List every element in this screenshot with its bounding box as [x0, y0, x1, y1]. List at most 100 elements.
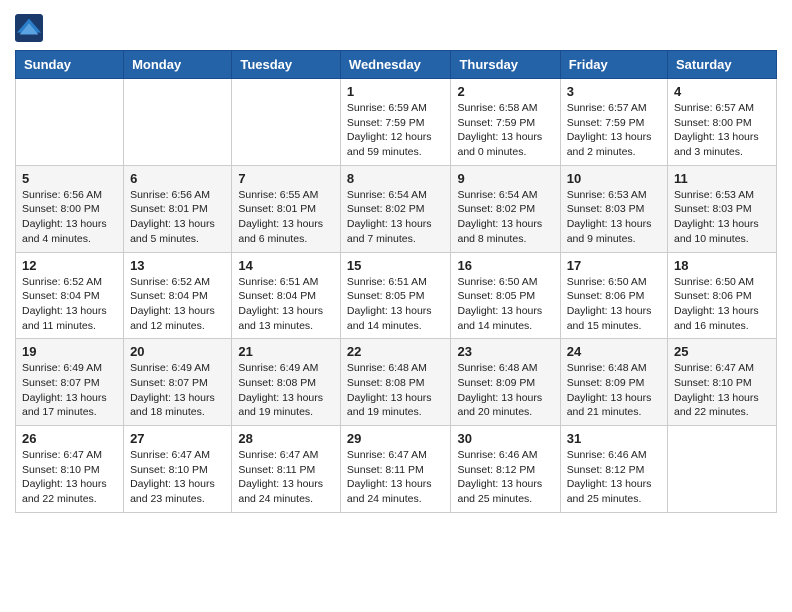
calendar-weekday-sunday: Sunday — [16, 51, 124, 79]
calendar-cell: 16 Sunrise: 6:50 AM Sunset: 8:05 PM Dayli… — [451, 252, 560, 339]
day-info: Sunrise: 6:47 AM Sunset: 8:11 PM Dayligh… — [238, 448, 334, 507]
day-number: 21 — [238, 344, 334, 359]
calendar-cell: 7 Sunrise: 6:55 AM Sunset: 8:01 PM Daylig… — [232, 165, 341, 252]
day-number: 2 — [457, 84, 553, 99]
day-info: Sunrise: 6:55 AM Sunset: 8:01 PM Dayligh… — [238, 188, 334, 247]
day-info: Sunrise: 6:48 AM Sunset: 8:08 PM Dayligh… — [347, 361, 445, 420]
calendar-cell: 27 Sunrise: 6:47 AM Sunset: 8:10 PM Dayli… — [124, 426, 232, 513]
day-number: 26 — [22, 431, 117, 446]
day-number: 25 — [674, 344, 770, 359]
day-number: 5 — [22, 171, 117, 186]
calendar-cell: 22 Sunrise: 6:48 AM Sunset: 8:08 PM Dayli… — [340, 339, 451, 426]
day-info: Sunrise: 6:49 AM Sunset: 8:08 PM Dayligh… — [238, 361, 334, 420]
calendar-cell: 2 Sunrise: 6:58 AM Sunset: 7:59 PM Daylig… — [451, 79, 560, 166]
day-info: Sunrise: 6:50 AM Sunset: 8:06 PM Dayligh… — [674, 275, 770, 334]
calendar-cell: 29Sunrise: 6:47 AM Sunset: 8:11 PM Dayli… — [340, 426, 451, 513]
day-number: 11 — [674, 171, 770, 186]
day-number: 23 — [457, 344, 553, 359]
logo-icon — [15, 14, 43, 42]
day-info: Sunrise: 6:57 AM Sunset: 8:00 PM Dayligh… — [674, 101, 770, 160]
day-number: 22 — [347, 344, 445, 359]
day-info: Sunrise: 6:50 AM Sunset: 8:06 PM Dayligh… — [567, 275, 661, 334]
calendar-week-row: 12 Sunrise: 6:52 AM Sunset: 8:04 PM Dayli… — [16, 252, 777, 339]
calendar-cell: 4 Sunrise: 6:57 AM Sunset: 8:00 PM Daylig… — [668, 79, 777, 166]
day-info: Sunrise: 6:54 AM Sunset: 8:02 PM Dayligh… — [457, 188, 553, 247]
calendar-cell: 14 Sunrise: 6:51 AM Sunset: 8:04 PM Dayli… — [232, 252, 341, 339]
calendar-cell: 3 Sunrise: 6:57 AM Sunset: 7:59 PM Daylig… — [560, 79, 667, 166]
day-number: 7 — [238, 171, 334, 186]
day-number: 15 — [347, 258, 445, 273]
calendar-cell: 26 Sunrise: 6:47 AM Sunset: 8:10 PM Dayli… — [16, 426, 124, 513]
calendar-cell: 1 Sunrise: 6:59 AM Sunset: 7:59 PM Daylig… — [340, 79, 451, 166]
day-info: Sunrise: 6:46 AM Sunset: 8:12 PM Dayligh… — [567, 448, 661, 507]
calendar-cell — [668, 426, 777, 513]
calendar-cell: 18 Sunrise: 6:50 AM Sunset: 8:06 PM Dayli… — [668, 252, 777, 339]
day-info: Sunrise: 6:50 AM Sunset: 8:05 PM Dayligh… — [457, 275, 553, 334]
day-number: 10 — [567, 171, 661, 186]
calendar-header-row: SundayMondayTuesdayWednesdayThursdayFrid… — [16, 51, 777, 79]
day-info: Sunrise: 6:52 AM Sunset: 8:04 PM Dayligh… — [22, 275, 117, 334]
calendar-weekday-thursday: Thursday — [451, 51, 560, 79]
day-info: Sunrise: 6:48 AM Sunset: 8:09 PM Dayligh… — [567, 361, 661, 420]
calendar-week-row: 19 Sunrise: 6:49 AM Sunset: 8:07 PM Dayli… — [16, 339, 777, 426]
day-number: 9 — [457, 171, 553, 186]
calendar-cell: 28 Sunrise: 6:47 AM Sunset: 8:11 PM Dayli… — [232, 426, 341, 513]
calendar-cell — [232, 79, 341, 166]
calendar-weekday-wednesday: Wednesday — [340, 51, 451, 79]
calendar-cell — [16, 79, 124, 166]
calendar-cell: 23 Sunrise: 6:48 AM Sunset: 8:09 PM Dayli… — [451, 339, 560, 426]
day-number: 18 — [674, 258, 770, 273]
page-header — [15, 10, 777, 42]
day-info: Sunrise: 6:57 AM Sunset: 7:59 PM Dayligh… — [567, 101, 661, 160]
calendar-cell — [124, 79, 232, 166]
day-info: Sunrise: 6:53 AM Sunset: 8:03 PM Dayligh… — [567, 188, 661, 247]
day-number: 4 — [674, 84, 770, 99]
calendar-cell: 15Sunrise: 6:51 AM Sunset: 8:05 PM Dayli… — [340, 252, 451, 339]
day-number: 17 — [567, 258, 661, 273]
day-number: 30 — [457, 431, 553, 446]
day-info: Sunrise: 6:56 AM Sunset: 8:01 PM Dayligh… — [130, 188, 225, 247]
day-info: Sunrise: 6:59 AM Sunset: 7:59 PM Dayligh… — [347, 101, 445, 160]
day-number: 19 — [22, 344, 117, 359]
day-number: 8 — [347, 171, 445, 186]
day-info: Sunrise: 6:52 AM Sunset: 8:04 PM Dayligh… — [130, 275, 225, 334]
day-number: 16 — [457, 258, 553, 273]
day-number: 27 — [130, 431, 225, 446]
calendar-cell: 21 Sunrise: 6:49 AM Sunset: 8:08 PM Dayli… — [232, 339, 341, 426]
day-number: 12 — [22, 258, 117, 273]
calendar-cell: 13 Sunrise: 6:52 AM Sunset: 8:04 PM Dayli… — [124, 252, 232, 339]
day-number: 13 — [130, 258, 225, 273]
day-number: 31 — [567, 431, 661, 446]
day-info: Sunrise: 6:47 AM Sunset: 8:10 PM Dayligh… — [674, 361, 770, 420]
calendar-cell: 24Sunrise: 6:48 AM Sunset: 8:09 PM Dayli… — [560, 339, 667, 426]
day-number: 3 — [567, 84, 661, 99]
day-info: Sunrise: 6:58 AM Sunset: 7:59 PM Dayligh… — [457, 101, 553, 160]
day-info: Sunrise: 6:56 AM Sunset: 8:00 PM Dayligh… — [22, 188, 117, 247]
day-info: Sunrise: 6:51 AM Sunset: 8:04 PM Dayligh… — [238, 275, 334, 334]
calendar-week-row: 5 Sunrise: 6:56 AM Sunset: 8:00 PM Daylig… — [16, 165, 777, 252]
calendar-weekday-monday: Monday — [124, 51, 232, 79]
calendar-cell: 19 Sunrise: 6:49 AM Sunset: 8:07 PM Dayli… — [16, 339, 124, 426]
calendar-cell: 31 Sunrise: 6:46 AM Sunset: 8:12 PM Dayli… — [560, 426, 667, 513]
day-info: Sunrise: 6:47 AM Sunset: 8:10 PM Dayligh… — [130, 448, 225, 507]
day-number: 1 — [347, 84, 445, 99]
day-info: Sunrise: 6:47 AM Sunset: 8:10 PM Dayligh… — [22, 448, 117, 507]
calendar-cell: 6 Sunrise: 6:56 AM Sunset: 8:01 PM Daylig… — [124, 165, 232, 252]
day-number: 14 — [238, 258, 334, 273]
day-number: 6 — [130, 171, 225, 186]
calendar-week-row: 1 Sunrise: 6:59 AM Sunset: 7:59 PM Daylig… — [16, 79, 777, 166]
calendar-cell: 25 Sunrise: 6:47 AM Sunset: 8:10 PM Dayli… — [668, 339, 777, 426]
calendar-cell: 9 Sunrise: 6:54 AM Sunset: 8:02 PM Daylig… — [451, 165, 560, 252]
calendar-cell: 30Sunrise: 6:46 AM Sunset: 8:12 PM Dayli… — [451, 426, 560, 513]
day-info: Sunrise: 6:49 AM Sunset: 8:07 PM Dayligh… — [22, 361, 117, 420]
calendar-cell: 11Sunrise: 6:53 AM Sunset: 8:03 PM Dayli… — [668, 165, 777, 252]
calendar-weekday-friday: Friday — [560, 51, 667, 79]
day-number: 20 — [130, 344, 225, 359]
calendar-weekday-saturday: Saturday — [668, 51, 777, 79]
calendar-cell: 5 Sunrise: 6:56 AM Sunset: 8:00 PM Daylig… — [16, 165, 124, 252]
calendar-cell: 12 Sunrise: 6:52 AM Sunset: 8:04 PM Dayli… — [16, 252, 124, 339]
day-info: Sunrise: 6:48 AM Sunset: 8:09 PM Dayligh… — [457, 361, 553, 420]
calendar-cell: 8Sunrise: 6:54 AM Sunset: 8:02 PM Daylig… — [340, 165, 451, 252]
day-info: Sunrise: 6:47 AM Sunset: 8:11 PM Dayligh… — [347, 448, 445, 507]
day-number: 28 — [238, 431, 334, 446]
